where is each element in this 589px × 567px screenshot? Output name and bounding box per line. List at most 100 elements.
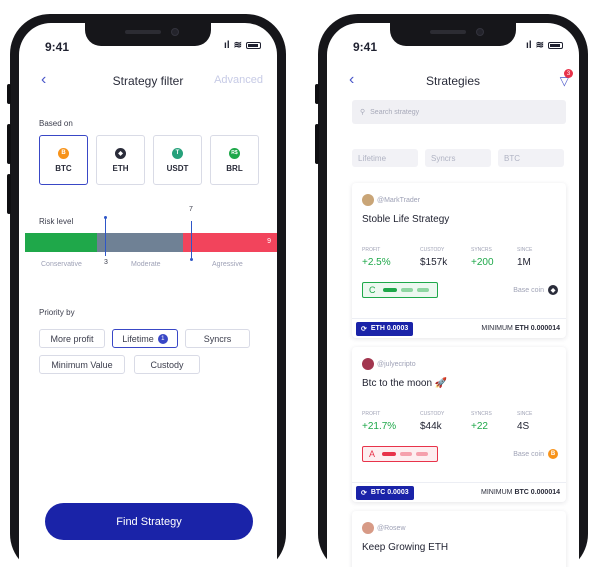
card-author: @MarkTrader xyxy=(362,194,420,206)
stat-syncrs: +200 xyxy=(471,257,494,268)
stat-custody: $44k xyxy=(420,421,442,432)
risk-level-letter: A xyxy=(369,449,376,459)
stat-key: SINCE xyxy=(517,247,533,253)
author-name: @julyecripto xyxy=(377,360,416,368)
advanced-button[interactable]: Advanced xyxy=(214,74,263,86)
level-pill xyxy=(416,452,429,456)
risk-handle-high[interactable] xyxy=(190,258,193,261)
eth-icon: ◆ xyxy=(548,285,558,295)
usdt-icon: T xyxy=(172,147,183,159)
btc-icon: B xyxy=(548,449,558,459)
search-icon: ⚲ xyxy=(360,109,366,116)
minimum-value: ETH 0.000014 xyxy=(514,325,560,332)
filter-chip-lifetime[interactable]: Lifetime xyxy=(352,149,418,167)
side-button xyxy=(7,174,11,214)
filter-chip-syncrs[interactable]: Syncrs xyxy=(425,149,491,167)
token-amount[interactable]: ⟳ BTC 0.0003 xyxy=(356,485,414,500)
strategy-card[interactable]: @MarkTrader Stoble Life Strategy PROFIT +… xyxy=(352,183,566,338)
notch xyxy=(390,23,516,46)
search-input[interactable]: ⚲ Search strategy xyxy=(352,100,566,124)
coin-option-brl[interactable]: R$ BRL xyxy=(210,135,259,185)
side-button xyxy=(7,84,11,104)
stat-key: CUSTODY xyxy=(420,411,445,417)
priority-minimum-value[interactable]: Minimum Value xyxy=(39,355,125,374)
avatar xyxy=(362,194,374,206)
strategy-title: Keep Growing ETH xyxy=(362,542,449,553)
risk-marker-high xyxy=(191,221,192,259)
nav-bar: ‹ Strategies ▽ 3 xyxy=(327,69,579,91)
filter-count-badge: 3 xyxy=(564,69,573,78)
side-button xyxy=(315,124,319,164)
author-name: @Rosew xyxy=(377,524,406,532)
status-time: 9:41 xyxy=(45,40,70,54)
level-pill xyxy=(400,288,413,292)
risk-value-mid: 7 xyxy=(189,206,193,213)
stat-key: SYNCRS xyxy=(471,247,492,253)
author-name: @MarkTrader xyxy=(377,196,421,204)
stat-syncrs: +22 xyxy=(471,421,488,432)
search-placeholder: Search strategy xyxy=(370,108,420,116)
strategy-card[interactable]: @Rosew Keep Growing ETH xyxy=(352,511,566,567)
token-amount[interactable]: ⟳ ETH 0.0003 xyxy=(356,321,414,336)
token-label: BTC 0.0003 xyxy=(370,489,409,496)
side-button xyxy=(315,84,319,104)
eth-icon: ◆ xyxy=(115,147,126,159)
base-coin: Base coin ◆ xyxy=(513,285,558,295)
strategy-card[interactable]: @julyecripto Btc to the moon 🚀 PROFIT +21… xyxy=(352,347,566,502)
coin-option-btc[interactable]: B BTC xyxy=(39,135,88,185)
stat-since: 4S xyxy=(517,421,530,432)
risk-level-letter: C xyxy=(369,285,376,295)
coin-label: BTC xyxy=(55,163,72,173)
nav-bar: ‹ Strategy filter Advanced xyxy=(19,71,277,91)
screen: 9:41 ıl ≋ ‹ Strategy filter Advanced Bas… xyxy=(19,23,277,567)
phone-strategies: 9:41 ıl ≋ ‹ Strategies ▽ 3 ⚲ Search stra… xyxy=(315,14,588,567)
coin-option-eth[interactable]: ◆ ETH xyxy=(96,135,145,185)
coin-selector: B BTC ◆ ETH T USDT R$ BRL xyxy=(39,135,259,185)
phone-strategy-filter: 9:41 ıl ≋ ‹ Strategy filter Advanced Bas… xyxy=(7,14,286,567)
strategy-stats: PROFIT +21.7% CUSTODY $44k SYNCRS +22 SINCE… xyxy=(362,411,532,432)
priority-row-2: Minimum Value Custody xyxy=(39,355,200,374)
coin-option-usdt[interactable]: T USDT xyxy=(153,135,202,185)
priority-syncrs[interactable]: Syncrs xyxy=(185,329,250,348)
level-pill xyxy=(382,288,397,292)
coin-label: ETH xyxy=(112,163,129,173)
priority-by-label: Priority by xyxy=(39,308,75,317)
risk-value-low: 3 xyxy=(104,259,108,266)
screen: 9:41 ıl ≋ ‹ Strategies ▽ 3 ⚲ Search stra… xyxy=(327,23,579,567)
priority-more-profit[interactable]: More profit xyxy=(39,329,105,348)
level-pill xyxy=(400,452,413,456)
priority-lifetime[interactable]: Lifetime 1 xyxy=(112,329,178,348)
risk-marker-low xyxy=(105,218,106,256)
avatar xyxy=(362,358,374,370)
risk-segment-aggressive xyxy=(183,233,277,252)
based-on-label: Based on xyxy=(39,119,73,128)
stat-key: PROFIT xyxy=(362,247,381,253)
card-footer: ⟳ ETH 0.0003 MINIMUM ETH 0.000014 xyxy=(352,318,566,338)
priority-row-1: More profit Lifetime 1 Syncrs xyxy=(39,329,250,348)
stat-key: CUSTODY xyxy=(420,247,445,253)
battery-icon xyxy=(548,42,563,49)
filter-chip-btc[interactable]: BTC xyxy=(498,149,564,167)
risk-label-conservative: Conservative xyxy=(41,261,82,268)
risk-label-aggressive: Agressive xyxy=(212,261,243,268)
priority-custody[interactable]: Custody xyxy=(134,355,200,374)
strategy-stats: PROFIT +2.5% CUSTODY $157k SYNCRS +200 SINC… xyxy=(362,247,532,268)
status-time: 9:41 xyxy=(353,40,378,54)
find-strategy-button[interactable]: Find Strategy xyxy=(45,503,253,540)
risk-label-moderate: Moderate xyxy=(131,261,161,268)
card-author: @Rosew xyxy=(362,522,406,534)
risk-level-slider[interactable] xyxy=(25,233,277,252)
page-title: Strategies xyxy=(425,74,481,88)
notch xyxy=(85,23,211,46)
status-icons: ıl ≋ xyxy=(224,40,261,51)
minimum-value: BTC 0.000014 xyxy=(514,489,560,496)
sync-icon: ⟳ xyxy=(361,489,367,497)
status-icons: ıl ≋ xyxy=(526,40,563,51)
base-coin: Base coin B xyxy=(513,449,558,459)
signal-icon: ıl xyxy=(224,40,230,51)
risk-segment-moderate xyxy=(97,233,183,252)
level-pill xyxy=(416,288,429,292)
coin-label: USDT xyxy=(166,163,189,173)
token-label: ETH 0.0003 xyxy=(370,325,409,332)
minimum-label: MINIMUM xyxy=(481,489,513,496)
